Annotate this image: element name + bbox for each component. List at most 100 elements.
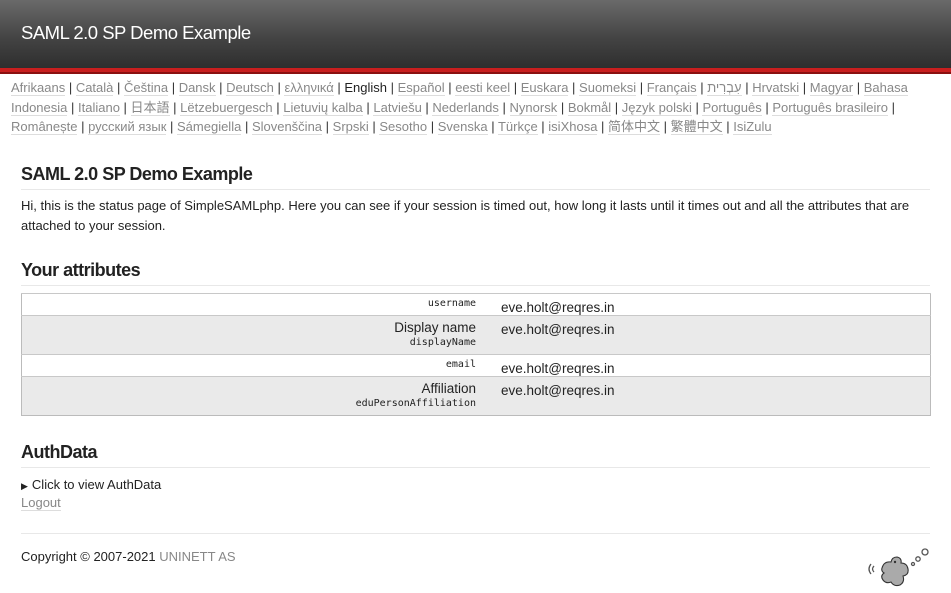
language-option[interactable]: Latviešu [373, 99, 422, 116]
language-separator: | [487, 119, 498, 134]
language-separator: | [333, 80, 345, 95]
language-option[interactable]: Język polski [621, 99, 692, 116]
language-separator: | [215, 80, 227, 95]
language-separator: | [696, 80, 708, 95]
language-separator: | [597, 119, 609, 134]
language-separator: | [322, 119, 333, 134]
header-title: SAML 2.0 SP Demo Example [21, 22, 251, 43]
language-separator: | [168, 80, 179, 95]
language-option[interactable]: Italiano [78, 99, 120, 116]
copyright-text: Copyright © 2007-2021 [21, 548, 160, 564]
language-separator: | [444, 80, 456, 95]
language-option[interactable]: 日本語 [130, 99, 170, 116]
language-option[interactable]: Português brasileiro [772, 99, 888, 116]
authdata-heading: AuthData [21, 442, 930, 468]
attribute-id: displayName [409, 336, 476, 348]
language-separator: | [887, 99, 895, 115]
attribute-id: email [445, 358, 476, 370]
language-option[interactable]: русский язык [88, 119, 167, 135]
language-option[interactable]: Français [646, 80, 697, 96]
language-separator: | [537, 119, 549, 134]
logout-link[interactable]: Logout [21, 495, 61, 511]
language-separator: | [722, 119, 734, 134]
language-separator: | [273, 80, 285, 95]
attribute-key-cell: username [21, 292, 476, 315]
language-separator: | [368, 119, 380, 134]
language-option[interactable]: Lëtzebuergesch [180, 99, 273, 116]
language-separator: | [241, 119, 252, 134]
language-option[interactable]: Türkçe [497, 119, 538, 135]
language-option[interactable]: Euskara [520, 80, 569, 96]
language-option[interactable]: ελληνικά [284, 80, 334, 96]
language-separator: | [119, 99, 131, 115]
language-option[interactable]: עִבְרִית [707, 80, 742, 96]
attribute-display-name: Display name [394, 319, 476, 335]
language-option[interactable]: eesti keel [455, 80, 511, 96]
language-separator: | [113, 80, 124, 95]
language-separator: | [761, 99, 773, 115]
attribute-value: eve.holt@reqres.in [476, 375, 931, 415]
language-option[interactable]: Dansk [178, 80, 216, 96]
language-option[interactable]: 繁體中文 [670, 119, 723, 135]
language-separator: | [272, 99, 284, 115]
language-separator: | [498, 99, 510, 115]
attribute-row: username eve.holt@reqres.in [21, 292, 931, 315]
attribute-key-cell: email [21, 353, 476, 376]
language-option[interactable]: Svenska [437, 119, 488, 135]
language-separator: | [799, 80, 810, 95]
language-option[interactable]: 简体中文 [608, 119, 661, 135]
language-option[interactable]: Nynorsk [509, 99, 558, 116]
language-option[interactable]: Čeština [124, 80, 169, 96]
language-option[interactable]: Nederlands [432, 99, 499, 116]
language-separator: | [611, 99, 622, 115]
language-option[interactable]: Bokmål [567, 99, 612, 116]
language-option[interactable]: Deutsch [226, 80, 274, 96]
language-option[interactable]: Srpski [332, 119, 369, 135]
authdata-toggle-label: Click to view AuthData [31, 476, 162, 492]
language-option[interactable]: Slovenščina [251, 119, 323, 135]
triangle-right-icon: ▶ [21, 480, 28, 491]
language-option[interactable]: Suomeksi [579, 80, 637, 96]
language-option[interactable]: Lietuvių kalba [283, 99, 363, 116]
language-separator: | [853, 80, 864, 95]
language-option[interactable]: Românește [11, 119, 78, 135]
attributes-heading: Your attributes [21, 260, 930, 286]
language-option: English [344, 80, 387, 95]
attribute-key-cell: Display name displayName [21, 314, 476, 354]
language-separator: | [67, 99, 78, 115]
page-footer: Copyright © 2007-2021 UNINETT AS [21, 532, 930, 589]
language-separator: | [77, 119, 89, 134]
language-separator: | [166, 119, 177, 134]
attribute-row: Display name displayName eve.holt@reqres.i… [21, 314, 931, 354]
language-option[interactable]: Sesotho [379, 119, 428, 135]
attribute-display-name: Affiliation [421, 380, 476, 396]
language-separator: | [169, 99, 181, 115]
simplesamlphp-logo-icon [868, 547, 930, 593]
attributes-table: username eve.holt@reqres.in Display name di… [21, 292, 931, 416]
language-separator: | [510, 80, 521, 95]
language-option[interactable]: Magyar [809, 80, 854, 96]
language-option[interactable]: Català [75, 80, 114, 96]
authdata-toggle[interactable]: ▶ Click to view AuthData [21, 477, 930, 492]
page-title: SAML 2.0 SP Demo Example [21, 164, 930, 190]
attribute-value: eve.holt@reqres.in [476, 353, 931, 376]
attribute-value: eve.holt@reqres.in [476, 314, 931, 354]
uninett-link[interactable]: UNINETT AS [159, 549, 235, 564]
language-separator: | [421, 99, 433, 115]
language-separator: | [65, 80, 76, 95]
attribute-row: Affiliation eduPersonAffiliation eve.holt@… [21, 375, 931, 415]
language-option[interactable]: Hrvatski [752, 80, 800, 96]
language-option[interactable]: Español [397, 80, 445, 96]
language-option[interactable]: IsiZulu [733, 119, 772, 135]
language-separator: | [557, 99, 568, 115]
language-option[interactable]: isiXhosa [548, 119, 598, 135]
language-bar: Afrikaans | Català | Čeština | Dansk | D… [0, 74, 951, 137]
attribute-id: eduPersonAffiliation [355, 397, 476, 409]
language-separator: | [691, 99, 703, 115]
language-option[interactable]: Sámegiella [177, 119, 242, 135]
language-option[interactable]: Português [702, 99, 762, 116]
attribute-value: eve.holt@reqres.in [476, 292, 931, 315]
language-separator: | [636, 80, 647, 95]
language-option[interactable]: Afrikaans [11, 80, 66, 96]
language-separator: | [427, 119, 438, 134]
